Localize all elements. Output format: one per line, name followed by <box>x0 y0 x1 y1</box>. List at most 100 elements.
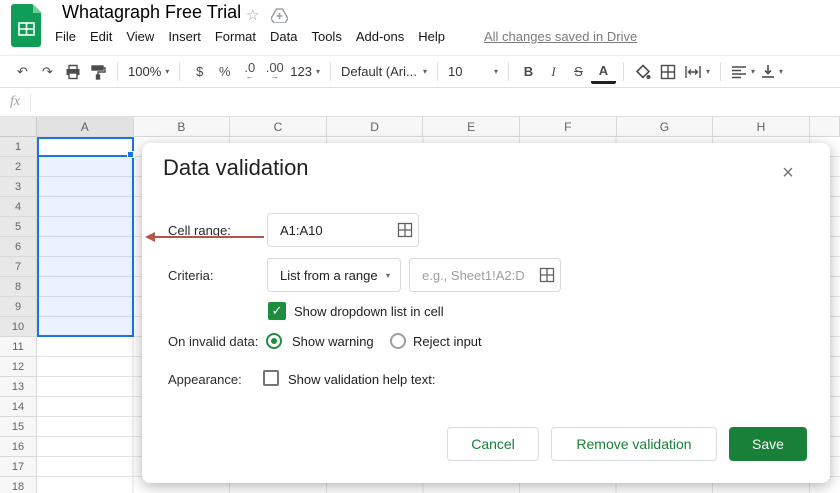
menu-item-file[interactable]: File <box>53 28 78 45</box>
column-header-c[interactable]: C <box>230 117 327 137</box>
menu-item-help[interactable]: Help <box>416 28 447 45</box>
remove-validation-button[interactable]: Remove validation <box>551 427 717 461</box>
select-all-corner[interactable] <box>0 117 37 137</box>
data-validation-dialog: Data validation × Cell range: Criteria: … <box>142 143 830 483</box>
text-color-button[interactable]: A <box>590 60 616 84</box>
row-header-18[interactable]: 18 <box>0 477 37 493</box>
format-currency-button[interactable]: $ <box>187 60 212 84</box>
row-header-11[interactable]: 11 <box>0 337 37 357</box>
chevron-down-icon: ▾ <box>385 270 390 280</box>
more-formats-button[interactable]: 123 ▾ <box>287 60 323 84</box>
fill-color-icon[interactable] <box>631 60 656 84</box>
reject-input-radio[interactable] <box>390 333 406 349</box>
row-header-12[interactable]: 12 <box>0 357 37 377</box>
merge-cells-button[interactable]: ▾ <box>681 60 713 84</box>
decrease-decimal-button[interactable]: .0 ← <box>237 60 262 84</box>
chevron-down-icon: ▾ <box>779 67 784 76</box>
font-size-select[interactable]: 10 ▾ <box>445 60 501 84</box>
menu-item-view[interactable]: View <box>124 28 156 45</box>
horizontal-align-button[interactable]: ▾ <box>728 60 758 84</box>
font-family-select[interactable]: Default (Ari... ▾ <box>338 60 430 84</box>
menu-item-format[interactable]: Format <box>213 28 258 45</box>
row-header-13[interactable]: 13 <box>0 377 37 397</box>
column-header-h[interactable]: H <box>713 117 810 137</box>
check-icon: ✓ <box>271 303 283 318</box>
toolbar-separator <box>507 62 509 81</box>
row-header-14[interactable]: 14 <box>0 397 37 417</box>
menu-item-edit[interactable]: Edit <box>88 28 114 45</box>
redo-icon[interactable]: ↷ <box>35 60 60 84</box>
save-button[interactable]: Save <box>729 427 807 461</box>
star-icon[interactable]: ☆ <box>246 6 259 24</box>
row-header-17[interactable]: 17 <box>0 457 37 477</box>
fill-handle[interactable] <box>127 151 134 158</box>
row-header-3[interactable]: 3 <box>0 177 37 197</box>
saved-status-link[interactable]: All changes saved in Drive <box>484 29 637 44</box>
menu-item-add-ons[interactable]: Add-ons <box>354 28 406 45</box>
show-dropdown-checkbox[interactable]: ✓ <box>268 302 286 320</box>
menu-item-data[interactable]: Data <box>268 28 299 45</box>
toolbar-separator <box>720 62 721 81</box>
column-header-e[interactable]: E <box>423 117 520 137</box>
column-header-b[interactable]: B <box>133 117 231 137</box>
strikethrough-button[interactable]: S <box>566 60 591 84</box>
close-icon[interactable]: × <box>776 161 800 185</box>
italic-button[interactable]: I <box>541 60 566 84</box>
paint-format-icon[interactable] <box>85 60 110 84</box>
print-icon[interactable] <box>60 60 85 84</box>
on-invalid-data-label: On invalid data: <box>168 334 259 349</box>
row-header-1[interactable]: 1 <box>0 137 37 157</box>
formula-input[interactable] <box>31 88 840 116</box>
sheets-logo-icon[interactable] <box>10 3 42 53</box>
toolbar: ↶ ↷ 100% ▾ $ % .0 ← .00 → 123 ▾ Default … <box>0 55 840 88</box>
criteria-selected-value: List from a range <box>280 267 378 283</box>
borders-icon[interactable] <box>656 60 681 84</box>
vertical-align-button[interactable]: ▾ <box>758 60 786 84</box>
select-data-range-icon[interactable] <box>397 222 413 238</box>
menu-item-tools[interactable]: Tools <box>309 28 343 45</box>
column-header-d[interactable]: D <box>326 117 424 137</box>
show-warning-radio[interactable] <box>266 333 282 349</box>
zoom-select[interactable]: 100% ▾ <box>125 60 172 84</box>
undo-icon[interactable]: ↶ <box>10 60 35 84</box>
column-header-a[interactable]: A <box>37 117 134 137</box>
row-header-9[interactable]: 9 <box>0 297 37 317</box>
menu-bar: File Edit View Insert Format Data Tools Add-ons… <box>53 28 447 45</box>
show-help-text-checkbox[interactable] <box>263 370 279 386</box>
row-header-2[interactable]: 2 <box>0 157 37 177</box>
row-header-6[interactable]: 6 <box>0 237 37 257</box>
row-header-10[interactable]: 10 <box>0 317 37 337</box>
format-percent-button[interactable]: % <box>212 60 237 84</box>
reject-input-label: Reject input <box>413 334 482 349</box>
row-header-7[interactable]: 7 <box>0 257 37 277</box>
select-data-range-icon[interactable] <box>539 267 555 283</box>
increase-decimal-button[interactable]: .00 → <box>262 60 287 84</box>
menu-item-insert[interactable]: Insert <box>166 28 203 45</box>
column-header-g[interactable]: G <box>616 117 714 137</box>
chevron-down-icon: ▾ <box>422 67 427 76</box>
right-arrow-icon: → <box>270 71 279 81</box>
toolbar-separator <box>329 62 331 81</box>
left-arrow-icon: ← <box>245 71 254 81</box>
criteria-dropdown[interactable]: List from a range ▾ <box>267 258 401 292</box>
row-header-15[interactable]: 15 <box>0 417 37 437</box>
row-headers: 1 2 3 4 5 6 7 8 9 10 11 12 13 14 15 16 17 18 <box>0 137 37 493</box>
cancel-button[interactable]: Cancel <box>447 427 539 461</box>
fx-icon: fx <box>9 94 21 109</box>
toolbar-separator <box>117 62 118 81</box>
chevron-down-icon: ▾ <box>493 67 498 76</box>
row-header-4[interactable]: 4 <box>0 197 37 217</box>
column-header-partial[interactable] <box>809 117 840 137</box>
increase-decimal-label: .00 <box>265 59 284 75</box>
row-header-8[interactable]: 8 <box>0 277 37 297</box>
formula-bar: fx <box>0 88 840 117</box>
document-title[interactable]: Whatagraph Free Trial <box>62 2 241 23</box>
appearance-label: Appearance: <box>168 372 242 387</box>
add-to-drive-icon[interactable] <box>270 8 289 28</box>
annotation-arrow <box>145 232 264 242</box>
chevron-down-icon: ▾ <box>705 67 710 76</box>
bold-button[interactable]: B <box>516 60 541 84</box>
row-header-16[interactable]: 16 <box>0 437 37 457</box>
column-header-f[interactable]: F <box>519 117 617 137</box>
row-header-5[interactable]: 5 <box>0 217 37 237</box>
